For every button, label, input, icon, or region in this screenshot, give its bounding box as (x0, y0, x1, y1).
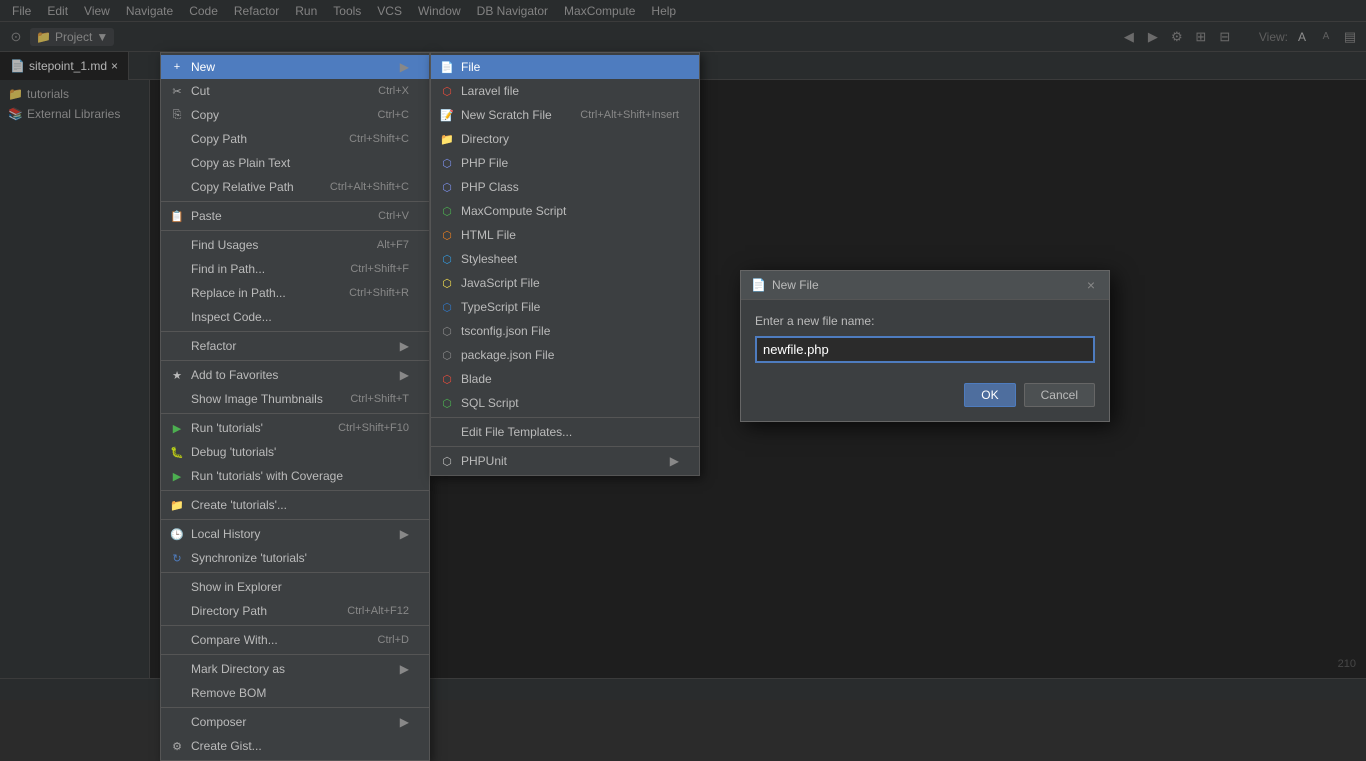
dialog-buttons: OK Cancel (741, 373, 1109, 421)
composer-icon (169, 714, 185, 730)
dialog-title-text: New File (772, 278, 819, 292)
menu-item-composer[interactable]: Composer ▶ (161, 710, 429, 734)
arrow-icon-composer: ▶ (400, 715, 409, 729)
dialog-cancel-button[interactable]: Cancel (1024, 383, 1095, 407)
new-file-input[interactable] (755, 336, 1095, 363)
dialog-title-container: 📄 New File (751, 278, 819, 292)
dialog-body: Enter a new file name: (741, 300, 1109, 373)
dialog-label: Enter a new file name: (755, 314, 1095, 328)
dialog-title-icon: 📄 (751, 278, 766, 292)
dialog-titlebar: 📄 New File × (741, 271, 1109, 300)
menu-item-create-gist[interactable]: ⚙ Create Gist... (161, 734, 429, 758)
github-icon: ⚙ (169, 738, 185, 754)
new-file-dialog: 📄 New File × Enter a new file name: OK C… (740, 270, 1110, 422)
dialog-overlay: 📄 New File × Enter a new file name: OK C… (0, 0, 1366, 700)
separator-11 (161, 707, 429, 708)
dialog-ok-button[interactable]: OK (964, 383, 1015, 407)
dialog-close-button[interactable]: × (1083, 277, 1099, 293)
